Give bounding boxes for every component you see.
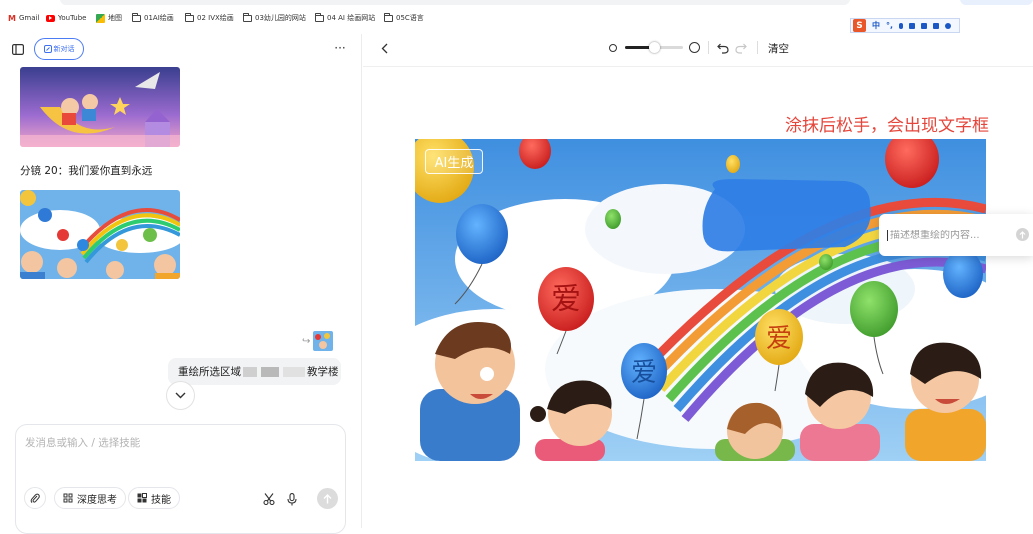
bookmark-gmail[interactable]: M Gmail bbox=[8, 12, 39, 24]
reference-thumbnail[interactable] bbox=[313, 331, 333, 351]
arrow-up-icon bbox=[323, 493, 332, 503]
youtube-icon bbox=[46, 14, 55, 22]
sidebar-icon bbox=[12, 43, 24, 55]
punctuation-icon[interactable]: °, bbox=[886, 21, 893, 30]
maps-icon bbox=[96, 13, 105, 23]
reply-arrow-icon: ↪ bbox=[302, 336, 311, 347]
deep-think-button[interactable]: 深度思考 bbox=[54, 487, 126, 509]
chevron-down-icon bbox=[175, 392, 186, 399]
storyboard-image-20[interactable] bbox=[20, 190, 180, 279]
keyboard-icon[interactable] bbox=[909, 22, 916, 29]
back-button[interactable] bbox=[377, 41, 391, 55]
deep-think-icon bbox=[63, 493, 73, 503]
arrow-up-icon bbox=[1019, 230, 1026, 238]
gmail-icon: M bbox=[8, 13, 16, 23]
instruction-hint: 涂抹后松手，会出现文字框 bbox=[785, 116, 989, 136]
voice-input-button[interactable] bbox=[284, 491, 300, 507]
redraw-description-popover bbox=[879, 214, 1033, 256]
bookmark-youtube[interactable]: YouTube bbox=[46, 12, 86, 24]
sidebar-toggle-button[interactable] bbox=[11, 42, 25, 56]
toolbox-icon[interactable] bbox=[933, 22, 940, 29]
scroll-to-bottom-button[interactable] bbox=[166, 381, 195, 410]
undo-button[interactable] bbox=[716, 41, 730, 55]
message-composer[interactable]: 发消息或输入 / 选择技能 深度思考 技能 bbox=[15, 424, 346, 534]
skin-icon[interactable] bbox=[921, 22, 928, 29]
settings-icon[interactable] bbox=[945, 22, 952, 29]
bookmark-maps[interactable]: 地图 bbox=[96, 12, 122, 24]
folder-icon bbox=[185, 12, 194, 22]
edit-icon bbox=[43, 45, 52, 53]
brush-size-slider[interactable] bbox=[625, 42, 683, 53]
balloon-text-red: 爱 bbox=[551, 282, 581, 317]
toolbar-separator bbox=[708, 41, 709, 54]
paperclip-icon bbox=[30, 493, 40, 503]
send-button[interactable] bbox=[317, 488, 338, 509]
bookmark-folder-ivx[interactable]: 02 IVX绘画 bbox=[185, 12, 234, 24]
redo-icon bbox=[735, 43, 747, 54]
brush-large-icon bbox=[689, 42, 700, 53]
ime-mode-label[interactable]: 中 bbox=[872, 20, 880, 31]
balloons-rainbow-illustration: 爱 爱 爱 bbox=[415, 139, 986, 461]
user-message-bubble: 重绘所选区域 教学楼 bbox=[168, 358, 341, 385]
folder-icon bbox=[243, 12, 252, 22]
storyboard-image-19[interactable] bbox=[20, 67, 180, 147]
mic-icon[interactable] bbox=[899, 22, 904, 29]
browser-tab-strip bbox=[60, 0, 850, 5]
attach-button[interactable] bbox=[24, 487, 46, 509]
rainbow-illustration bbox=[20, 190, 180, 279]
toolbar-separator bbox=[757, 41, 758, 54]
redo-button[interactable] bbox=[734, 41, 748, 55]
ai-generated-badge: AI生成 bbox=[425, 149, 483, 174]
bookmark-folder-ai-sites[interactable]: 04 AI 绘画网站 bbox=[315, 12, 375, 24]
image-editor-panel: 清空 涂抹后松手，会出现文字框 爱 爱 爱 AI生成 描述想重绘的内容... bbox=[363, 34, 1033, 528]
redacted-text bbox=[243, 366, 257, 377]
edit-canvas[interactable]: 爱 爱 爱 AI生成 bbox=[415, 139, 986, 461]
redraw-submit-button[interactable] bbox=[1016, 228, 1029, 241]
skills-grid-icon bbox=[137, 493, 147, 503]
skills-button[interactable]: 技能 bbox=[128, 487, 180, 509]
folder-icon bbox=[315, 12, 324, 22]
storyboard-caption: 分镜 20：我们爱你直到永远 bbox=[20, 165, 153, 177]
folder-icon bbox=[384, 12, 393, 22]
redraw-description-input[interactable] bbox=[887, 229, 1005, 241]
chevron-left-icon bbox=[381, 43, 387, 53]
toolbar-divider bbox=[363, 66, 1033, 67]
bookmark-folder-ai[interactable]: 01AI绘画 bbox=[132, 12, 174, 24]
composer-input[interactable]: 发消息或输入 / 选择技能 bbox=[25, 435, 140, 450]
brush-small-icon bbox=[609, 44, 617, 52]
ime-toolbar[interactable]: S 中 °, bbox=[850, 18, 960, 33]
chat-panel: 新对话 ··· 分镜 20：我们爱你直到永远 ↪ 重绘所选区域 教学楼 发消息或… bbox=[0, 34, 362, 534]
brush-size-handle[interactable] bbox=[648, 42, 660, 53]
moon-illustration bbox=[20, 67, 180, 147]
redacted-text bbox=[261, 366, 279, 377]
folder-icon bbox=[132, 12, 141, 22]
scissors-button[interactable] bbox=[261, 491, 277, 507]
clear-button[interactable]: 清空 bbox=[768, 41, 789, 56]
reference-image bbox=[313, 331, 333, 351]
bookmarks-bar: M Gmail YouTube 地图 01AI绘画 02 IVX绘画 03幼儿园… bbox=[0, 0, 1033, 34]
scissors-icon bbox=[263, 493, 275, 505]
more-options-button[interactable]: ··· bbox=[330, 40, 350, 56]
balloon-text-yellow: 爱 bbox=[766, 324, 792, 354]
bookmark-folder-kindergarten[interactable]: 03幼儿园的网站 bbox=[243, 12, 306, 24]
undo-icon bbox=[717, 43, 729, 54]
sogou-logo-icon: S bbox=[853, 19, 866, 32]
redacted-text bbox=[283, 366, 305, 377]
new-chat-button[interactable]: 新对话 bbox=[34, 38, 84, 60]
balloon-text-blue: 爱 bbox=[631, 358, 657, 388]
microphone-icon bbox=[287, 492, 297, 505]
bookmark-folder-c[interactable]: 05C语言 bbox=[384, 12, 424, 24]
browser-profile-button[interactable] bbox=[960, 0, 1033, 5]
